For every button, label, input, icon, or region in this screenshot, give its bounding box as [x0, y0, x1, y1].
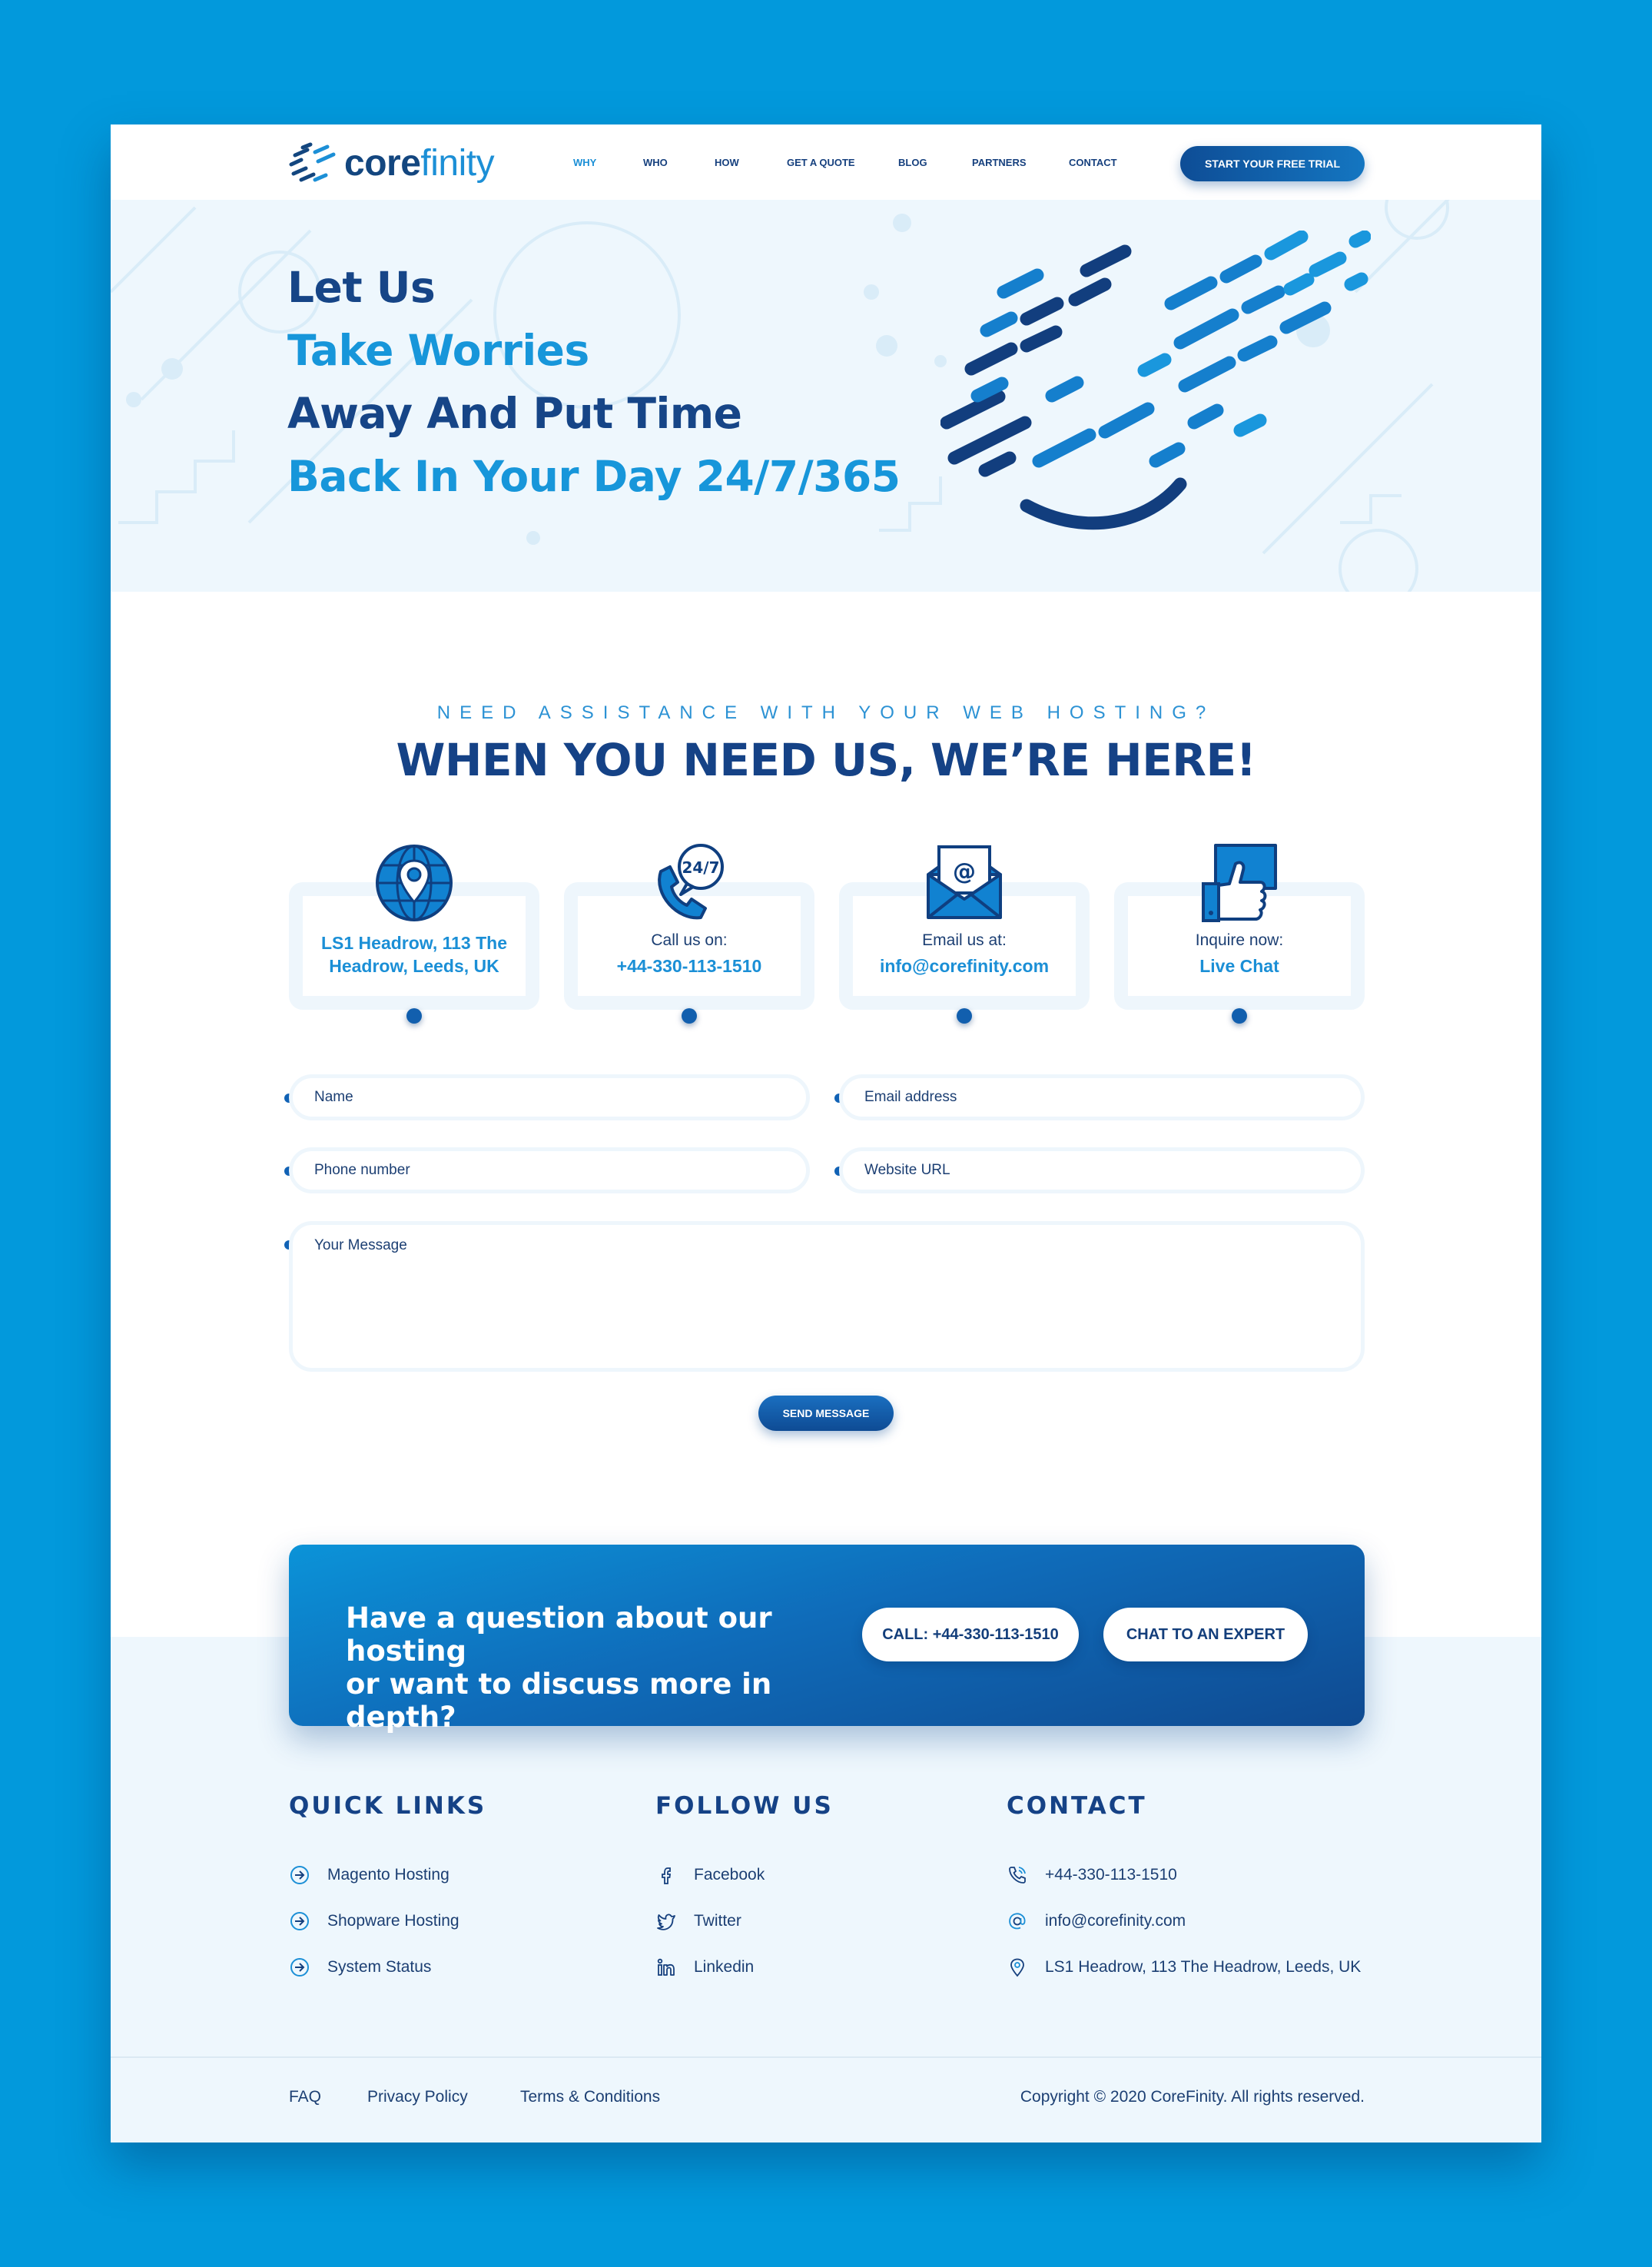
- arrow-circle-icon: [289, 1957, 310, 1978]
- card-dot: [682, 1008, 697, 1024]
- cta-banner: Have a question about our hosting or want…: [289, 1545, 1365, 1734]
- phone-24-7-icon: 24/7: [658, 844, 724, 920]
- address-text: LS1 Headrow, 113 The Headrow, Leeds, UK: [320, 933, 508, 976]
- linkedin-link[interactable]: Linkedin: [655, 1957, 754, 1978]
- quick-link-shopware[interactable]: Shopware Hosting: [289, 1910, 459, 1932]
- hero-line-1: Let Us: [287, 263, 436, 312]
- email-value[interactable]: info@corefinity.com: [853, 956, 1076, 977]
- privacy-policy-link[interactable]: Privacy Policy: [367, 2088, 468, 2106]
- footer-address: LS1 Headrow, 113 The Headrow, Leeds, UK: [1007, 1957, 1361, 1978]
- quick-links-title: QUICK LINKS: [289, 1792, 487, 1820]
- svg-text:@: @: [953, 858, 976, 885]
- at-sign-icon: [1007, 1910, 1028, 1932]
- follow-us-title: FOLLOW US: [655, 1792, 834, 1820]
- call-button[interactable]: CALL: +44-330-113-1510: [862, 1608, 1079, 1661]
- arrow-circle-icon: [289, 1864, 310, 1886]
- hero-section: Let Us Take Worries Away And Put Time Ba…: [111, 200, 1541, 592]
- chat-to-expert-button[interactable]: CHAT TO AN EXPERT: [1103, 1608, 1308, 1661]
- quick-link-system-status[interactable]: System Status: [289, 1957, 431, 1978]
- phone-input[interactable]: [289, 1147, 810, 1193]
- hero-line-4: Back In Your Day 24/7/365: [287, 452, 901, 501]
- phone-icon: [1007, 1864, 1028, 1886]
- facebook-link[interactable]: Facebook: [655, 1864, 765, 1886]
- logo[interactable]: corefinity: [287, 141, 495, 184]
- site-header: corefinity WHY WHO HOW GET A QUOTE BLOG …: [111, 124, 1541, 200]
- chat-label: Inquire now:: [1195, 931, 1284, 949]
- hero-line-3: Away And Put Time: [287, 389, 742, 438]
- card-dot: [1232, 1008, 1247, 1024]
- card-dot: [406, 1008, 422, 1024]
- cta-text: Have a question about our hosting or want…: [346, 1602, 772, 1734]
- nav-partners[interactable]: PARTNERS: [972, 157, 1027, 168]
- hero-logo-mark-icon: [940, 231, 1371, 530]
- twitter-icon: [655, 1910, 677, 1932]
- terms-link[interactable]: Terms & Conditions: [520, 2088, 660, 2106]
- nav-get-a-quote[interactable]: GET A QUOTE: [787, 157, 855, 168]
- nav-why[interactable]: WHY: [573, 157, 596, 168]
- section-title: WHEN YOU NEED US, WE’RE HERE!: [396, 734, 1256, 786]
- location-globe-icon: [376, 845, 453, 921]
- faq-link[interactable]: FAQ: [289, 2088, 321, 2106]
- logo-wordmark: corefinity: [344, 142, 495, 184]
- nav-blog[interactable]: BLOG: [898, 157, 927, 168]
- page-container: corefinity WHY WHO HOW GET A QUOTE BLOG …: [111, 124, 1541, 2143]
- quick-link-magento[interactable]: Magento Hosting: [289, 1864, 449, 1886]
- contact-title: CONTACT: [1007, 1792, 1147, 1820]
- chat-thumbs-up-icon: [1202, 844, 1277, 922]
- chat-value[interactable]: Live Chat: [1128, 956, 1351, 977]
- hero-line-2: Take Worries: [287, 326, 589, 375]
- footer-phone-link[interactable]: +44-330-113-1510: [1007, 1864, 1177, 1886]
- address-card: LS1 Headrow, 113 The Headrow, Leeds, UK: [289, 845, 539, 1024]
- corefinity-logo-icon: [289, 142, 336, 182]
- message-textarea[interactable]: [289, 1221, 1365, 1372]
- email-card: @ Email us at: info@corefinity.com: [839, 845, 1090, 1024]
- nav-who[interactable]: WHO: [643, 157, 668, 168]
- send-message-button[interactable]: SEND MESSAGE: [758, 1396, 894, 1431]
- phone-label: Call us on:: [651, 931, 728, 949]
- email-input[interactable]: [839, 1074, 1365, 1120]
- envelope-icon: @: [927, 845, 1002, 919]
- live-chat-card: Inquire now: Live Chat: [1114, 844, 1365, 1024]
- email-label: Email us at:: [922, 931, 1007, 949]
- location-pin-icon: [1007, 1957, 1028, 1978]
- start-free-trial-button[interactable]: START YOUR FREE TRIAL: [1180, 146, 1365, 181]
- card-dot: [957, 1008, 972, 1024]
- svg-text:24/7: 24/7: [682, 858, 719, 877]
- arrow-circle-icon: [289, 1910, 310, 1932]
- phone-value[interactable]: +44-330-113-1510: [578, 956, 801, 977]
- twitter-link[interactable]: Twitter: [655, 1910, 741, 1932]
- nav-how[interactable]: HOW: [715, 157, 739, 168]
- name-input[interactable]: [289, 1074, 810, 1120]
- section-kicker: NEED ASSISTANCE WITH YOUR WEB HOSTING?: [436, 702, 1216, 723]
- phone-card: 24/7 Call us on: +44-330-113-1510: [564, 844, 814, 1024]
- facebook-icon: [655, 1864, 677, 1886]
- footer-email-link[interactable]: info@corefinity.com: [1007, 1910, 1186, 1932]
- footer-divider: [111, 2056, 1541, 2058]
- website-input[interactable]: [839, 1147, 1365, 1193]
- nav-contact[interactable]: CONTACT: [1069, 157, 1117, 168]
- linkedin-icon: [655, 1957, 677, 1978]
- copyright-text: Copyright © 2020 CoreFinity. All rights …: [1020, 2088, 1365, 2106]
